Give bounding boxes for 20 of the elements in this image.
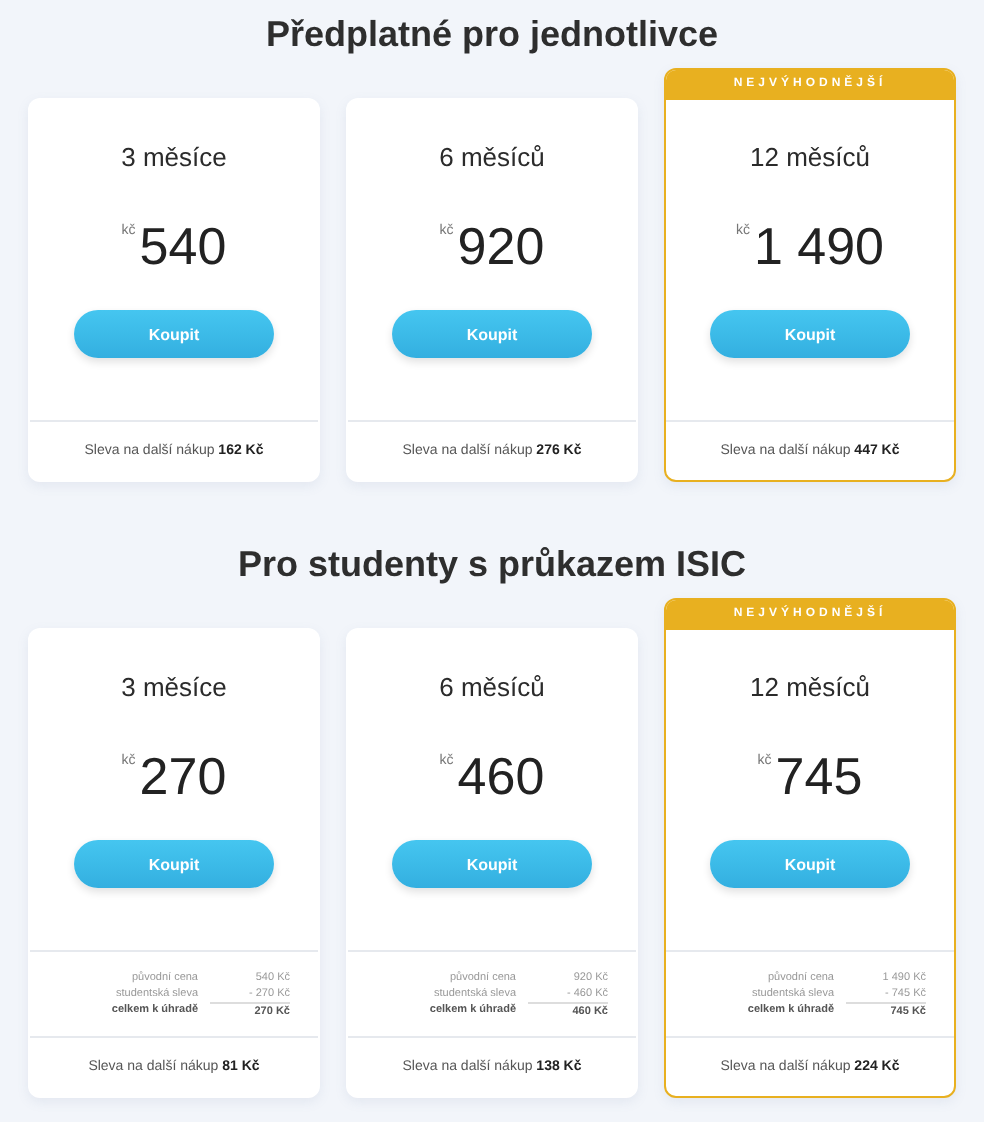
plan-price: 920 [457, 218, 545, 274]
buy-button[interactable]: Koupit [710, 310, 910, 358]
plan-period: 6 měsíců [439, 142, 545, 174]
plan-price: 270 [139, 748, 227, 804]
plan-period: 3 měsíce [121, 672, 227, 704]
plan-period: 12 měsíců [750, 672, 870, 704]
plan-period: 3 měsíce [121, 142, 227, 174]
plan-period: 12 měsíců [750, 142, 870, 174]
buy-button[interactable]: Koupit [74, 310, 274, 358]
buy-button[interactable]: Koupit [392, 310, 592, 358]
plan-price: 540 [139, 218, 227, 274]
buy-button[interactable]: Koupit [74, 840, 274, 888]
plan-period: 6 měsíců [439, 672, 545, 704]
buy-button[interactable]: Koupit [710, 840, 910, 888]
section-title: Pro studenty s průkazem ISIC [235, 542, 749, 588]
plan-price: 1 490 [753, 218, 885, 274]
plan-price: 745 [775, 748, 863, 804]
section-title: Předplatné pro jednotlivce [263, 12, 721, 58]
buy-button[interactable]: Koupit [392, 840, 592, 888]
plan-price: 460 [457, 748, 545, 804]
